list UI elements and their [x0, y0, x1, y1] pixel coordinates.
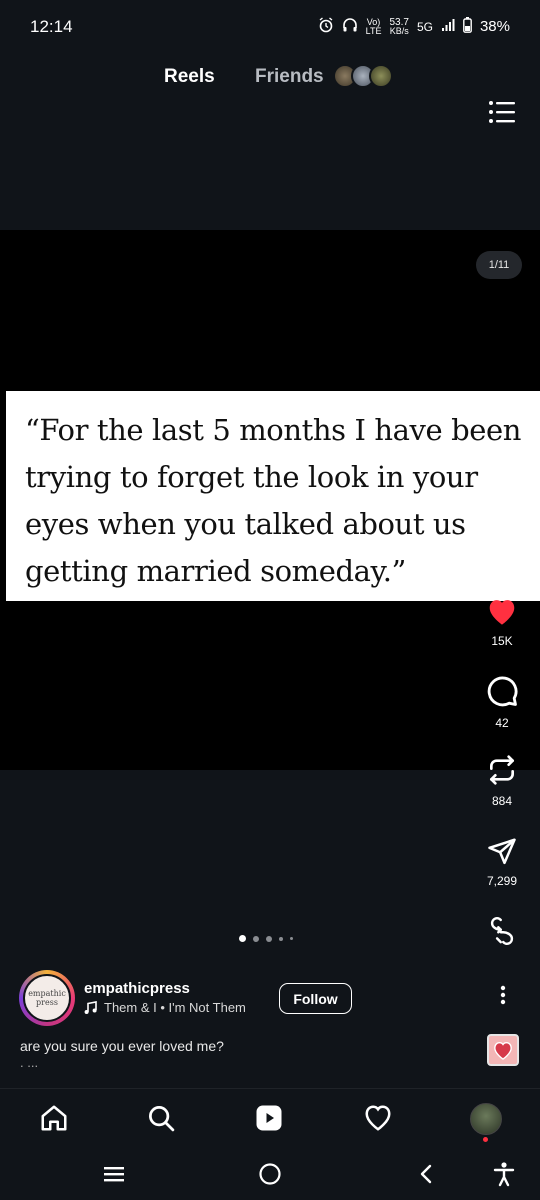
reels-icon	[256, 1105, 282, 1131]
recent-apps-icon[interactable]	[100, 1160, 128, 1188]
repost-icon	[490, 755, 514, 785]
comment-icon	[487, 676, 518, 707]
volte-bottom: LTE	[365, 25, 382, 36]
caption-more[interactable]: . ...	[20, 1055, 38, 1070]
notification-dot	[483, 1137, 488, 1142]
like-count: 15K	[491, 634, 513, 648]
quote-card: “For the last 5 months I have been tryin…	[6, 391, 540, 601]
nav-home[interactable]	[38, 1102, 70, 1134]
author-avatar[interactable]: empathic press	[19, 970, 75, 1026]
page-counter: 1/11	[476, 251, 522, 279]
menu-list-icon[interactable]	[488, 100, 516, 124]
heart-filled-icon	[489, 600, 515, 625]
repost-action[interactable]: 884	[484, 754, 520, 808]
signal-icon	[441, 18, 455, 35]
home-icon	[41, 1105, 67, 1131]
nav-profile-avatar[interactable]	[470, 1103, 502, 1135]
network-speed: 53.7 KB/s	[389, 17, 409, 36]
friend-avatar[interactable]	[369, 64, 393, 88]
volte-indicator: Vo) LTE	[365, 17, 382, 36]
alarm-icon	[318, 17, 334, 36]
carousel-dot-active	[239, 935, 246, 942]
carousel-dot	[253, 935, 259, 942]
remix-action[interactable]	[484, 915, 520, 947]
accessibility-icon[interactable]	[490, 1160, 518, 1188]
more-options-icon[interactable]	[495, 984, 511, 1010]
headphones-icon	[342, 17, 358, 36]
comment-action[interactable]: 42	[484, 674, 520, 730]
tab-reels[interactable]: Reels	[164, 66, 215, 88]
home-button-icon[interactable]	[256, 1160, 284, 1188]
battery-percent: 38%	[479, 18, 510, 35]
repost-count: 884	[491, 794, 513, 808]
speed-unit: KB/s	[389, 25, 409, 36]
audio-thumbnail[interactable]	[487, 1034, 519, 1066]
heart-sticker-icon	[494, 1042, 512, 1060]
status-time: 12:14	[30, 17, 73, 36]
audio-link[interactable]: Them & I • I'm Not Them	[84, 1000, 246, 1015]
nav-search[interactable]	[145, 1102, 177, 1134]
comment-count: 42	[495, 716, 509, 730]
author-avatar-text: empathic press	[23, 974, 71, 1022]
back-icon[interactable]	[412, 1160, 440, 1188]
caption-text[interactable]: are you sure you ever loved me?	[20, 1038, 224, 1054]
status-icons: Vo) LTE 53.7 KB/s 5G 38%	[318, 17, 510, 36]
tab-friends[interactable]: Friends	[255, 66, 324, 88]
share-action[interactable]: 7,299	[484, 836, 520, 888]
search-icon	[149, 1106, 175, 1132]
nav-reels[interactable]	[253, 1102, 285, 1134]
nav-activity[interactable]	[362, 1102, 394, 1134]
carousel-dots	[239, 935, 293, 942]
music-note-icon	[84, 1000, 97, 1014]
follow-button[interactable]: Follow	[279, 983, 352, 1014]
carousel-dot	[266, 935, 272, 942]
author-username[interactable]: empathicpress	[84, 980, 190, 997]
send-icon	[488, 838, 516, 865]
remix-icon	[490, 917, 514, 945]
quote-text: “For the last 5 months I have been tryin…	[25, 413, 522, 588]
battery-icon	[463, 17, 472, 36]
carousel-dot	[290, 937, 293, 940]
network-type: 5G	[416, 19, 433, 34]
like-action[interactable]: 15K	[484, 596, 520, 648]
audio-title: Them & I • I'm Not Them	[104, 1000, 246, 1015]
heart-outline-icon	[365, 1105, 391, 1131]
carousel-dot	[279, 936, 283, 941]
share-count: 7,299	[486, 874, 518, 888]
